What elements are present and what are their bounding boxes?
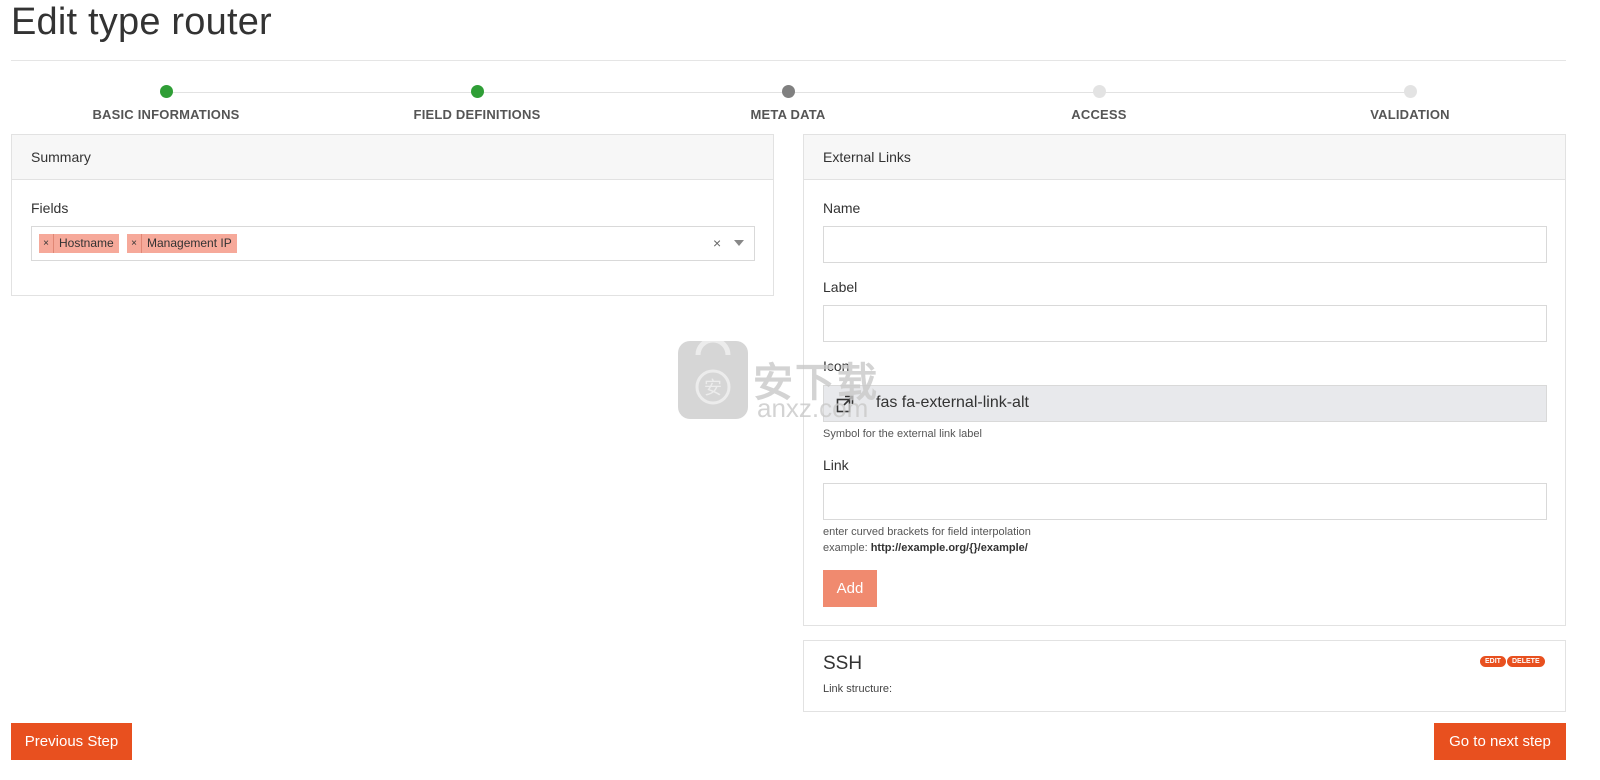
icon-help-text: Symbol for the external link label (823, 428, 982, 440)
delete-link-button[interactable]: DELETE (1507, 656, 1545, 667)
name-input[interactable] (823, 226, 1547, 263)
step-access[interactable]: ACCESS (969, 85, 1229, 122)
edit-link-button[interactable]: EDIT (1480, 656, 1506, 667)
step-status-dot (781, 85, 795, 98)
page-title: Edit type router (11, 1, 272, 43)
label-label: Label (823, 279, 858, 295)
step-field-definitions[interactable]: FIELD DEFINITIONS (347, 85, 607, 122)
step-basic-informations[interactable]: BASIC INFORMATIONS (36, 85, 296, 122)
external-links-card-header: External Links (804, 135, 1565, 180)
watermark-logo-icon: 安 (678, 337, 748, 419)
step-status-dot (1403, 85, 1417, 98)
label-input[interactable] (823, 305, 1547, 342)
link-help-prefix: example: (823, 542, 871, 554)
link-item-card: SSH Link structure: EDIT DELETE (803, 640, 1566, 712)
link-help-example-line: example: http://example.org/{}/example/ (823, 540, 1031, 556)
fields-multiselect[interactable]: × Hostname × Management IP × (31, 226, 755, 261)
link-item-title: SSH (823, 653, 863, 674)
link-label: Link (823, 457, 849, 473)
selected-field-tag: × Hostname (39, 234, 119, 253)
previous-step-button[interactable]: Previous Step (11, 723, 132, 760)
step-label: META DATA (750, 107, 826, 122)
link-help-line: enter curved brackets for field interpol… (823, 526, 1031, 538)
step-status-dot (1092, 85, 1106, 98)
step-label: BASIC INFORMATIONS (92, 107, 240, 122)
link-help-example: http://example.org/{}/example/ (870, 542, 1028, 554)
link-help-text: enter curved brackets for field interpol… (823, 524, 1031, 556)
clear-selection-icon[interactable]: × (713, 235, 721, 251)
icon-field[interactable]: fas fa-external-link-alt (823, 385, 1547, 422)
remove-tag-icon[interactable]: × (127, 234, 142, 253)
step-label: ACCESS (1071, 107, 1127, 122)
fields-label: Fields (31, 200, 69, 216)
step-validation[interactable]: VALIDATION (1280, 85, 1540, 122)
step-meta-data[interactable]: META DATA (658, 85, 918, 122)
summary-card: Summary Fields × Hostname × Management IP … (11, 134, 774, 296)
watermark-en-text: anxz.com (757, 393, 869, 423)
tag-label: Management IP (147, 236, 232, 250)
add-link-button[interactable]: Add (823, 570, 877, 607)
step-label: VALIDATION (1370, 107, 1450, 122)
step-status-dot (159, 85, 173, 98)
tag-label: Hostname (59, 236, 114, 250)
name-label: Name (823, 200, 861, 216)
external-links-card: External Links Name Label Icon fas fa-ex… (803, 134, 1566, 626)
remove-tag-icon[interactable]: × (39, 234, 54, 253)
summary-card-header: Summary (12, 135, 773, 180)
next-step-button[interactable]: Go to next step (1434, 723, 1566, 760)
link-item-structure: Link structure: (823, 683, 893, 695)
link-input[interactable] (823, 483, 1547, 520)
step-label: FIELD DEFINITIONS (413, 107, 541, 122)
icon-value: fas fa-external-link-alt (876, 394, 1029, 411)
selected-field-tag: × Management IP (127, 234, 237, 253)
step-status-dot (470, 85, 484, 98)
chevron-down-icon[interactable] (734, 240, 744, 246)
title-divider (11, 60, 1566, 61)
watermark-glyph: 安 (704, 378, 722, 399)
